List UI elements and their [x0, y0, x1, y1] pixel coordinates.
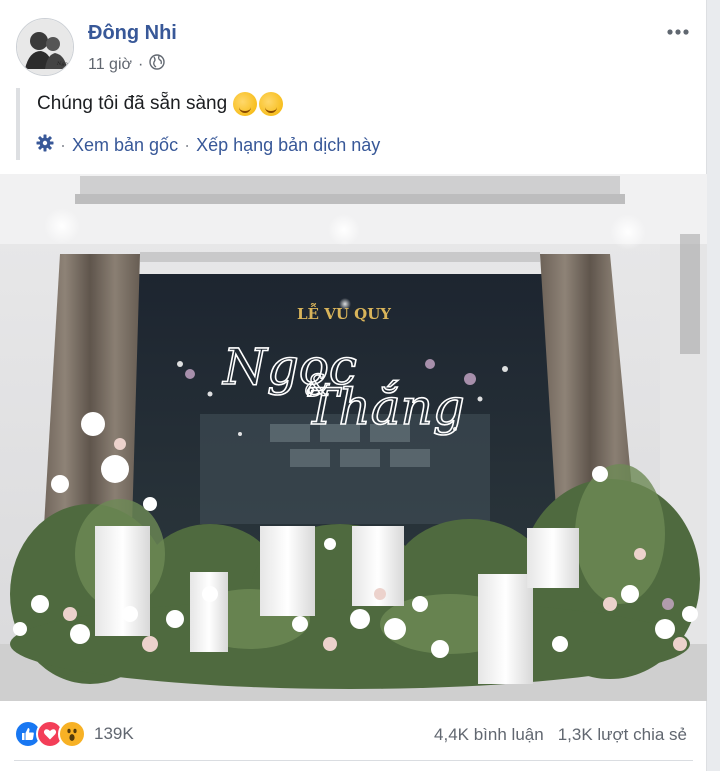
wow-icon — [58, 720, 86, 748]
rate-translation-link[interactable]: Xếp hạng bản dịch này — [196, 135, 380, 156]
translation-quote-bar — [16, 88, 20, 160]
sign-name-2: Thắng — [305, 378, 465, 436]
svg-text:Ngọc: Ngọc — [56, 61, 71, 67]
post-message: Chúng tôi đã sẵn sàng — [37, 93, 228, 114]
post-card: Ngọc Đông Nhi 11 giờ · Chúng tôi đã sẵn … — [0, 0, 707, 771]
wedding-decor-photo: LỄ VU QUY Ngọc & Thắng — [0, 174, 707, 701]
author-name[interactable]: Đông Nhi — [88, 22, 177, 45]
post-photo[interactable]: LỄ VU QUY Ngọc & Thắng — [0, 174, 707, 701]
comment-count[interactable]: 4,4K bình luận — [434, 725, 544, 745]
more-options-icon[interactable] — [666, 24, 690, 36]
see-original-link[interactable]: Xem bản gốc — [72, 135, 178, 156]
post-footer: 139K 4,4K bình luận 1,3K lượt chia sẻ — [0, 706, 707, 761]
reaction-count[interactable]: 139K — [94, 724, 134, 744]
globe-icon[interactable] — [149, 54, 166, 75]
smiling-face-with-hearts-icon — [233, 92, 258, 116]
post-time[interactable]: 11 giờ — [88, 56, 132, 74]
post-text: Chúng tôi đã sẵn sàng — [37, 92, 284, 116]
gear-icon[interactable] — [36, 134, 54, 157]
avatar[interactable]: Ngọc — [16, 18, 74, 76]
meta-separator: · — [138, 55, 144, 73]
share-count[interactable]: 1,3K lượt chia sẻ — [558, 725, 687, 745]
translation-bar: · Xem bản gốc · Xếp hạng bản dịch này — [36, 134, 380, 157]
post-meta: 11 giờ · — [88, 54, 166, 75]
reaction-summary[interactable]: 139K — [14, 720, 134, 748]
translation-dot: · — [184, 135, 191, 155]
engagement-counts: 4,4K bình luận 1,3K lượt chia sẻ — [434, 725, 687, 745]
sign-title: LỄ VU QUY — [297, 302, 391, 323]
translation-dot: · — [60, 135, 66, 155]
post-header: Ngọc Đông Nhi 11 giờ · — [16, 16, 694, 76]
smiling-face-with-hearts-icon — [259, 92, 284, 116]
avatar-image: Ngọc — [17, 19, 73, 75]
footer-divider — [14, 760, 693, 761]
